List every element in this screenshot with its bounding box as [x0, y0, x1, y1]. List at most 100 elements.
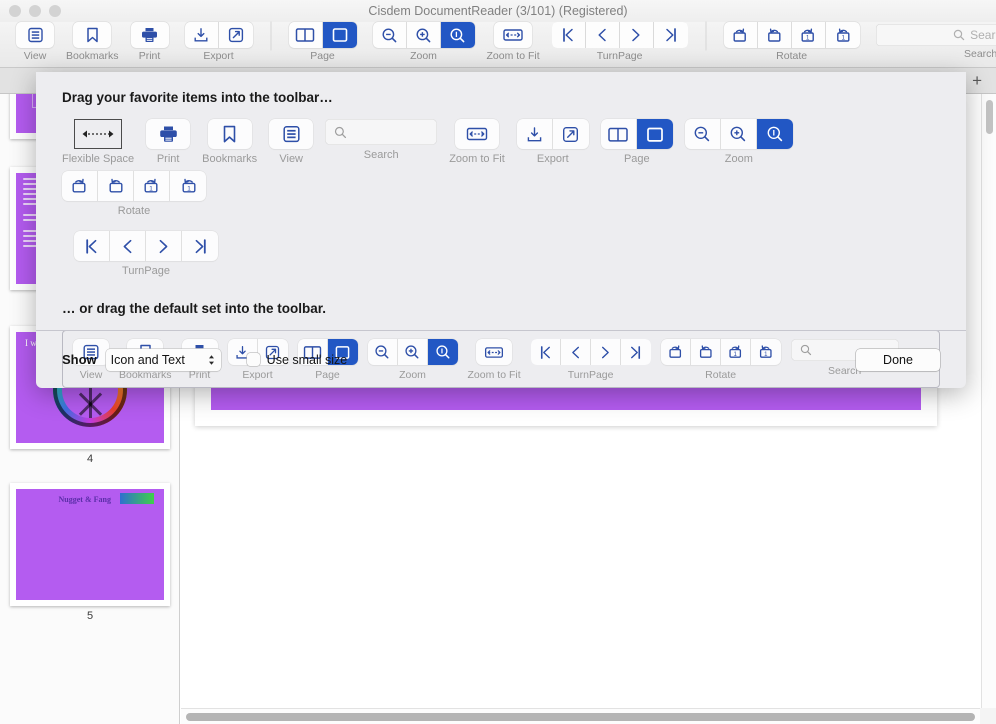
rotate-page-right-button[interactable]: 1 — [826, 22, 860, 48]
zoom-segment[interactable] — [372, 22, 475, 48]
last-page-button[interactable] — [182, 231, 218, 261]
previous-page-button[interactable] — [585, 22, 620, 48]
page-two-up-button[interactable] — [601, 119, 637, 149]
rotate-segment[interactable]: 1 1 — [62, 171, 206, 201]
search-input[interactable] — [325, 119, 438, 145]
print-button[interactable] — [146, 119, 191, 149]
previous-page-button[interactable] — [110, 231, 146, 261]
zoom-to-fit-button[interactable] — [494, 22, 533, 48]
palette-item-zoom[interactable]: Zoom — [684, 119, 793, 165]
previous-page-icon — [594, 26, 610, 44]
toolbar-group-export[interactable]: Export — [177, 22, 261, 62]
last-page-icon — [192, 237, 209, 256]
palette-item-flexible-space[interactable]: Flexible Space — [62, 119, 134, 165]
show-popup-button[interactable]: Icon and Text — [105, 348, 221, 371]
zoom-out-button[interactable] — [373, 22, 407, 48]
print-button[interactable] — [130, 22, 169, 48]
rotate-left-button[interactable] — [724, 22, 758, 48]
zoom-actual-button[interactable] — [756, 119, 793, 149]
favorites-palette[interactable]: Flexible Space Print Bookmarks View Sear… — [62, 119, 940, 283]
toolbar-label-print: Print — [138, 50, 161, 62]
export-segment[interactable] — [184, 22, 253, 48]
toolbar-group-bookmarks[interactable]: Bookmarks — [62, 22, 123, 62]
flexible-space-icon[interactable] — [74, 119, 123, 149]
toolbar-group-zoom[interactable]: Zoom — [365, 22, 483, 62]
rotate-right-button[interactable] — [98, 171, 134, 201]
page-two-up-button[interactable] — [289, 22, 323, 48]
toolbar-label-rotate: Rotate — [776, 50, 808, 62]
export-share-button[interactable] — [219, 22, 253, 48]
first-page-button[interactable] — [74, 231, 110, 261]
next-page-button[interactable] — [146, 231, 182, 261]
zoom-out-button[interactable] — [685, 119, 721, 149]
toolbar-group-search[interactable]: Search Search — [868, 22, 996, 60]
toolbar-group-page[interactable]: Page — [281, 22, 365, 62]
page-segment[interactable] — [288, 22, 357, 48]
export-share-button[interactable] — [553, 119, 589, 149]
bookmarks-button[interactable] — [73, 22, 112, 48]
search-icon — [334, 126, 347, 139]
customize-toolbar-sheet: Drag your favorite items into the toolba… — [36, 72, 966, 388]
bookmarks-button[interactable] — [207, 119, 252, 149]
done-button[interactable]: Done — [856, 348, 940, 371]
palette-item-page[interactable]: Page — [600, 119, 673, 165]
show-label: Show — [62, 352, 97, 367]
use-small-size-checkbox[interactable] — [246, 353, 260, 366]
view-button[interactable] — [269, 119, 314, 149]
rotate-page-left-icon: 1 — [799, 27, 817, 44]
toolbar-group-zoom-to-fit[interactable]: Zoom to Fit — [483, 22, 544, 62]
palette-item-rotate[interactable]: 1 1 Rotate — [62, 171, 206, 217]
view-button[interactable] — [16, 22, 54, 48]
palette-item-search[interactable]: Search — [325, 119, 438, 161]
page-single-button[interactable] — [636, 119, 673, 149]
thumbnail-item[interactable]: Nugget & Fang 5 — [0, 483, 179, 622]
zoom-actual-button[interactable] — [440, 22, 475, 48]
export-segment[interactable] — [516, 119, 589, 149]
rotate-left-button[interactable] — [62, 171, 98, 201]
palette-item-turnpage[interactable]: TurnPage — [74, 231, 218, 277]
svg-text:1: 1 — [187, 185, 191, 192]
turnpage-segment[interactable] — [74, 231, 218, 261]
horizontal-scrollbar-thumb[interactable] — [186, 713, 975, 721]
rotate-page-right-button[interactable]: 1 — [170, 171, 206, 201]
view-list-icon — [283, 125, 300, 143]
zoom-segment[interactable] — [684, 119, 793, 149]
application-window: Cisdem DocumentReader (3/101) (Registere… — [0, 0, 996, 724]
palette-item-export[interactable]: Export — [516, 119, 589, 165]
use-small-size-row[interactable]: Use small size — [246, 353, 347, 367]
horizontal-scrollbar[interactable] — [181, 708, 980, 724]
palette-item-zoom-to-fit[interactable]: Zoom to Fit — [449, 119, 505, 165]
rotate-page-right-icon: 1 — [179, 177, 198, 195]
zoom-in-button[interactable] — [721, 119, 757, 149]
export-download-button[interactable] — [517, 119, 553, 149]
first-page-button[interactable] — [551, 22, 586, 48]
page-segment[interactable] — [600, 119, 673, 149]
rotate-page-left-button[interactable]: 1 — [134, 171, 170, 201]
vertical-scrollbar-thumb[interactable] — [986, 100, 993, 134]
palette-item-view[interactable]: View — [269, 119, 314, 165]
new-tab-button[interactable]: + — [972, 72, 982, 89]
export-download-button[interactable] — [185, 22, 219, 48]
thumbnail-card[interactable]: Nugget & Fang — [10, 483, 170, 606]
toolbar-group-view[interactable]: View — [8, 22, 62, 62]
palette-item-bookmarks[interactable]: Bookmarks — [202, 119, 257, 165]
rotate-segment[interactable]: 1 1 — [723, 22, 860, 48]
rotate-right-button[interactable] — [758, 22, 792, 48]
rotate-page-left-button[interactable]: 1 — [792, 22, 826, 48]
next-page-button[interactable] — [619, 22, 654, 48]
toolbar-group-rotate[interactable]: 1 1 Rotate — [716, 22, 868, 62]
toolbar-group-turnpage[interactable]: TurnPage — [544, 22, 696, 62]
thumbnail-page-preview: Nugget & Fang — [16, 489, 164, 600]
toolbar-group-print[interactable]: Print — [123, 22, 177, 62]
last-page-button[interactable] — [653, 22, 688, 48]
page-single-icon — [644, 126, 666, 143]
turnpage-segment[interactable] — [551, 22, 688, 48]
zoom-in-button[interactable] — [407, 22, 441, 48]
toolbar-label-search: Search — [963, 48, 996, 60]
zoom-to-fit-button[interactable] — [455, 119, 499, 149]
page-single-button[interactable] — [322, 22, 357, 48]
zoom-actual-icon — [449, 27, 466, 44]
vertical-scrollbar[interactable] — [981, 94, 996, 708]
search-input[interactable]: Search — [875, 24, 996, 46]
palette-item-print[interactable]: Print — [146, 119, 191, 165]
